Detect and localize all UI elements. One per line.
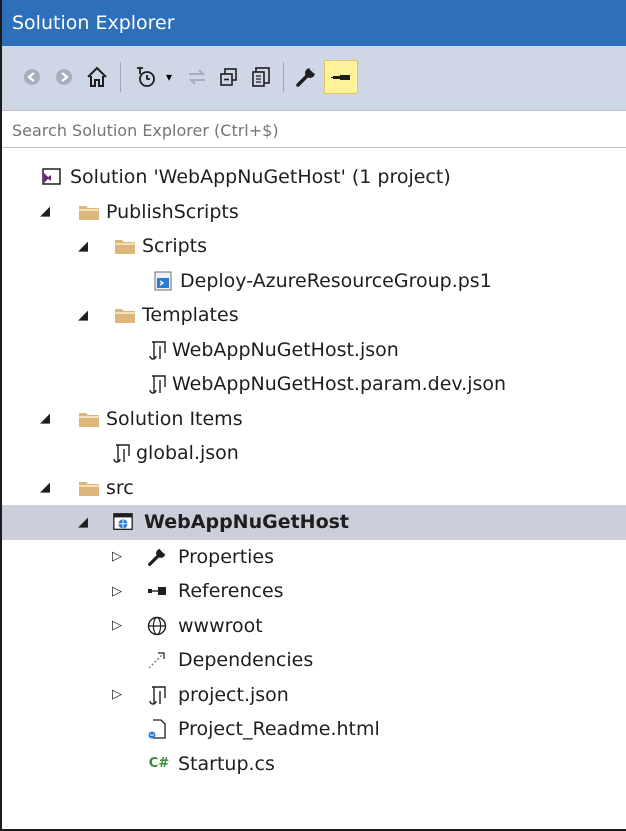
tree-item-deploy-script[interactable]: Deploy-AzureResourceGroup.ps1 <box>2 264 626 299</box>
tree-item-references[interactable]: ▷ References <box>2 574 626 609</box>
csharp-file-icon: C# <box>148 756 170 772</box>
solution-explorer-panel: Solution Explorer ▾ Search Solution Expl… <box>0 0 626 831</box>
tree-item-label: WebAppNuGetHost.json <box>172 338 399 361</box>
powershell-file-icon <box>152 270 174 292</box>
collapsed-arrow-icon[interactable]: ▷ <box>110 549 124 564</box>
expanded-arrow-icon[interactable]: ◢ <box>38 204 52 219</box>
pin-icon <box>331 75 350 80</box>
tree-item-properties[interactable]: ▷ Properties <box>2 540 626 575</box>
show-all-files-icon <box>252 67 270 87</box>
history-dropdown[interactable]: ▾ <box>162 60 176 94</box>
collapsed-arrow-icon[interactable]: ▷ <box>110 618 124 633</box>
tree-item-label: project.json <box>178 683 289 706</box>
home-icon <box>87 66 107 87</box>
tree-item-dependencies[interactable]: Dependencies <box>2 643 626 678</box>
tree-item-label: Scripts <box>142 235 208 258</box>
solution-tree: Solution 'WebAppNuGetHost' (1 project) ◢… <box>2 160 626 781</box>
tree-item-label: Templates <box>142 304 239 327</box>
home-button[interactable] <box>82 60 112 94</box>
sync-button[interactable] <box>184 60 210 94</box>
collapsed-arrow-icon[interactable]: ▷ <box>110 584 124 599</box>
pin-button[interactable] <box>324 60 358 94</box>
tree-item-label: src <box>106 476 134 499</box>
history-button[interactable] <box>132 60 160 94</box>
properties-icon <box>296 67 316 87</box>
tree-item-solution-items[interactable]: ◢ Solution Items <box>2 402 626 437</box>
panel-title: Solution Explorer <box>2 0 626 46</box>
tree-item-label: Properties <box>178 545 275 568</box>
json-file-icon <box>146 339 168 361</box>
tree-item-label: Project_Readme.html <box>178 718 380 741</box>
wrench-icon <box>146 546 168 568</box>
forward-button[interactable] <box>52 60 76 94</box>
folder-icon <box>114 235 136 257</box>
folder-icon <box>114 304 136 326</box>
expanded-arrow-icon[interactable]: ◢ <box>38 411 52 426</box>
html-file-icon <box>146 718 168 740</box>
tree-item-solution[interactable]: Solution 'WebAppNuGetHost' (1 project) <box>2 160 626 195</box>
toolbar-separator <box>120 62 121 92</box>
tree-item-scripts[interactable]: ◢ Scripts <box>2 229 626 264</box>
folder-icon <box>78 477 100 499</box>
tree-item-startup-cs[interactable]: C# Startup.cs <box>2 747 626 782</box>
collapse-all-button[interactable] <box>216 60 242 94</box>
expanded-arrow-icon[interactable]: ◢ <box>76 308 90 323</box>
expanded-arrow-icon[interactable]: ◢ <box>38 480 52 495</box>
tree-item-publishscripts[interactable]: ◢ PublishScripts <box>2 195 626 230</box>
tree-item-label: Deploy-AzureResourceGroup.ps1 <box>180 269 492 292</box>
collapse-icon <box>220 68 237 86</box>
tree-item-label: Startup.cs <box>178 752 275 775</box>
tree-item-label: WebAppNuGetHost <box>144 511 350 534</box>
toolbar: ▾ <box>2 46 626 110</box>
tree-item-label: Dependencies <box>178 649 314 672</box>
tree-item-project[interactable]: ◢ WebAppNuGetHost <box>2 505 626 540</box>
folder-icon <box>78 408 100 430</box>
back-icon <box>24 69 40 85</box>
expanded-arrow-icon[interactable]: ◢ <box>76 515 90 530</box>
references-icon <box>146 580 168 602</box>
json-file-icon <box>110 442 132 464</box>
tree-item-wwwroot[interactable]: ▷ wwwroot <box>2 609 626 644</box>
forward-icon <box>56 69 72 85</box>
tree-item-label: References <box>178 580 284 603</box>
history-icon <box>137 67 155 87</box>
json-file-icon <box>146 373 168 395</box>
toolbar-separator <box>283 62 284 92</box>
tree-item-global-json[interactable]: global.json <box>2 436 626 471</box>
globe-icon <box>146 615 168 637</box>
search-bar <box>2 110 626 149</box>
tree-item-label: global.json <box>136 442 239 465</box>
back-button[interactable] <box>20 60 44 94</box>
tree-item-label: Solution 'WebAppNuGetHost' (1 project) <box>70 166 451 189</box>
web-project-icon <box>112 511 134 533</box>
solution-icon <box>40 166 62 188</box>
dropdown-icon: ▾ <box>165 70 173 84</box>
json-file-icon <box>146 684 168 706</box>
tree-item-param-dev-json[interactable]: WebAppNuGetHost.param.dev.json <box>2 367 626 402</box>
tree-item-label: Solution Items <box>106 407 243 430</box>
tree-item-label: PublishScripts <box>106 200 239 223</box>
collapsed-arrow-icon[interactable]: ▷ <box>110 687 124 702</box>
properties-button[interactable] <box>292 60 320 94</box>
tree-item-project-readme[interactable]: Project_Readme.html <box>2 712 626 747</box>
search-input[interactable] <box>2 111 614 149</box>
expanded-arrow-icon[interactable]: ◢ <box>76 239 90 254</box>
folder-icon <box>78 201 100 223</box>
dependencies-icon <box>146 649 168 671</box>
tree-item-src[interactable]: ◢ src <box>2 471 626 506</box>
tree-item-project-json[interactable]: ▷ project.json <box>2 678 626 713</box>
tree-item-label: WebAppNuGetHost.param.dev.json <box>172 373 507 396</box>
tree-item-templates[interactable]: ◢ Templates <box>2 298 626 333</box>
tree-item-webappnugethost-json[interactable]: WebAppNuGetHost.json <box>2 333 626 368</box>
tree-item-label: wwwroot <box>178 614 263 637</box>
sync-icon <box>188 69 206 85</box>
show-all-files-button[interactable] <box>248 60 274 94</box>
